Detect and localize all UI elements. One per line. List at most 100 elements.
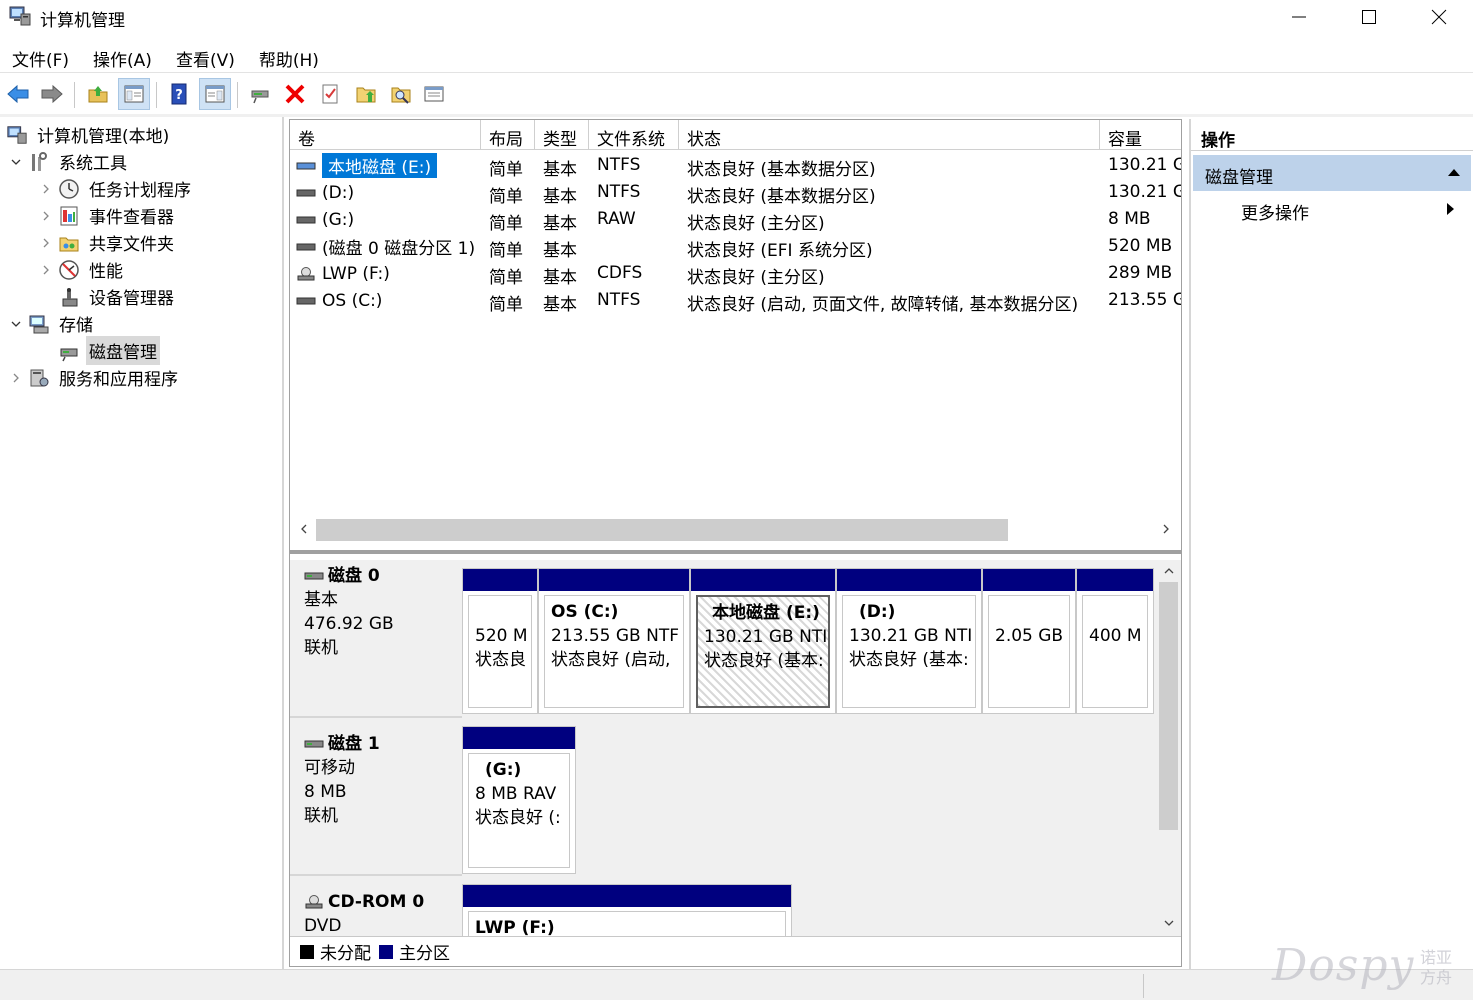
open-folder-button[interactable] bbox=[350, 78, 382, 110]
volume-row[interactable]: 本地磁盘 (E:) 简单 基本 NTFS 状态良好 (基本数据分区) 130.21 G bbox=[290, 152, 1181, 179]
disk-0-info[interactable]: 磁盘 0 基本 476.92 GB 联机 bbox=[290, 560, 462, 718]
column-header-layout[interactable]: 布局 bbox=[481, 120, 535, 150]
volume-cell-status: 状态良好 (主分区) bbox=[687, 268, 825, 287]
tree-item-label: 计算机管理(本地) bbox=[37, 127, 170, 147]
chevron-right-icon[interactable] bbox=[38, 235, 54, 251]
show-hide-action-pane-button[interactable] bbox=[199, 78, 231, 110]
delete-button[interactable] bbox=[279, 78, 311, 110]
volume-row[interactable]: (磁盘 0 磁盘分区 1) 简单 基本 状态良好 (EFI 系统分区) 520 MB bbox=[290, 233, 1181, 260]
actions-section-disk-management[interactable]: 磁盘管理 bbox=[1193, 155, 1471, 191]
tree-item-label: 任务计划程序 bbox=[89, 181, 191, 201]
volume-row[interactable]: OS (C:) 简单 基本 NTFS 状态良好 (启动, 页面文件, 故障转储, 基本数… bbox=[290, 287, 1181, 314]
volume-cell-capacity: 520 MB bbox=[1108, 236, 1173, 256]
status-bar bbox=[0, 969, 1473, 1000]
properties-icon bbox=[322, 84, 338, 104]
column-header-capacity[interactable]: 容量 bbox=[1100, 120, 1181, 150]
scroll-right-icon[interactable] bbox=[1156, 519, 1176, 539]
storage-icon bbox=[29, 315, 49, 333]
partition-local-e[interactable]: 本地磁盘 (E:) 130.21 GB NTI 状态良好 (基本: bbox=[691, 569, 837, 713]
tree-item-disk-management[interactable]: 磁盘管理 bbox=[58, 336, 160, 365]
column-header-status[interactable]: 状态 bbox=[679, 120, 1100, 150]
tree-item-storage[interactable]: 存储 bbox=[8, 310, 96, 337]
partition-os-c[interactable]: OS (C:) 213.55 GB NTF 状态良好 (启动, bbox=[539, 569, 691, 713]
partition-recovery-1[interactable]: 2.05 GB bbox=[983, 569, 1077, 713]
shared-folder-icon bbox=[59, 237, 79, 251]
partition-lwp-f[interactable]: LWP (F:) bbox=[463, 885, 791, 936]
up-folder-button[interactable] bbox=[82, 78, 114, 110]
pane-splitter[interactable] bbox=[290, 550, 1181, 554]
chevron-right-icon[interactable] bbox=[38, 262, 54, 278]
tree-item-label: 系统工具 bbox=[59, 154, 127, 174]
tree-item-device-manager[interactable]: 设备管理器 bbox=[58, 283, 177, 310]
horizontal-scrollbar[interactable] bbox=[290, 515, 1181, 543]
device-manager-icon bbox=[62, 287, 78, 306]
chevron-right-icon[interactable] bbox=[38, 208, 54, 224]
tree-item-services-apps[interactable]: 服务和应用程序 bbox=[8, 364, 181, 391]
partition-body: 400 M bbox=[1082, 595, 1148, 708]
tree-item-label: 事件查看器 bbox=[89, 208, 174, 228]
column-header-filesystem[interactable]: 文件系统 bbox=[589, 120, 679, 150]
more-button[interactable] bbox=[418, 78, 450, 110]
cdrom-0-info[interactable]: CD-ROM 0 DVD bbox=[290, 876, 462, 936]
menu-help[interactable]: 帮助(H) bbox=[247, 40, 331, 72]
column-header-volume[interactable]: 卷 bbox=[290, 120, 481, 150]
tree-item-event-viewer[interactable]: 事件查看器 bbox=[38, 202, 177, 229]
maximize-icon bbox=[1362, 10, 1376, 24]
collapse-arrow-icon[interactable] bbox=[1447, 167, 1461, 177]
close-button[interactable] bbox=[1404, 0, 1473, 34]
connect-drive-button[interactable] bbox=[244, 78, 276, 110]
tree-item-root[interactable]: 计算机管理(本地) bbox=[6, 121, 172, 148]
hard-disk-icon bbox=[304, 572, 324, 580]
menu-bar: 文件(F) 操作(A) 查看(V) 帮助(H) bbox=[0, 40, 331, 72]
menu-action[interactable]: 操作(A) bbox=[81, 40, 164, 72]
clock-icon bbox=[59, 178, 79, 199]
partition-efi[interactable]: 520 M 状态良 bbox=[463, 569, 539, 713]
column-header-type[interactable]: 类型 bbox=[535, 120, 589, 150]
forward-button[interactable] bbox=[36, 78, 68, 110]
maximize-button[interactable] bbox=[1334, 0, 1404, 34]
volume-row[interactable]: (G:) 简单 基本 RAW 状态良好 (主分区) 8 MB bbox=[290, 206, 1181, 233]
disk-0-name: 磁盘 0 bbox=[304, 564, 462, 588]
properties-button[interactable] bbox=[314, 78, 346, 110]
partition-g[interactable]: (G:) 8 MB RAV 状态良好 (: bbox=[463, 727, 575, 873]
chevron-right-icon[interactable] bbox=[38, 181, 54, 197]
find-button[interactable] bbox=[385, 78, 417, 110]
title-bar: 计算机管理 bbox=[0, 0, 1473, 34]
toolbar-separator bbox=[156, 82, 157, 108]
volume-cell-capacity: 289 MB bbox=[1108, 263, 1173, 283]
menu-file[interactable]: 文件(F) bbox=[0, 40, 81, 72]
chevron-down-icon[interactable] bbox=[8, 154, 24, 170]
volume-cell-capacity: 130.21 G bbox=[1108, 155, 1181, 175]
connect-drive-icon bbox=[251, 90, 269, 104]
tree-item-performance[interactable]: 性能 bbox=[38, 256, 126, 283]
back-button[interactable] bbox=[2, 78, 34, 110]
tree-item-shared-folders[interactable]: 共享文件夹 bbox=[38, 229, 177, 256]
scroll-left-icon[interactable] bbox=[294, 519, 314, 539]
chevron-down-icon[interactable] bbox=[8, 316, 24, 332]
help-button[interactable]: ? bbox=[163, 78, 195, 110]
tree-item-system-tools[interactable]: 系统工具 bbox=[8, 148, 130, 175]
volume-icon bbox=[296, 189, 316, 196]
tree-item-task-scheduler[interactable]: 任务计划程序 bbox=[38, 175, 194, 202]
disk-1-size: 8 MB bbox=[304, 782, 347, 802]
vertical-scroll-thumb[interactable] bbox=[1159, 582, 1178, 830]
partition-bar bbox=[1077, 569, 1153, 591]
scroll-up-icon[interactable] bbox=[1159, 562, 1178, 580]
partition-recovery-2[interactable]: 400 M bbox=[1077, 569, 1153, 713]
minimize-button[interactable] bbox=[1264, 0, 1334, 34]
menu-view[interactable]: 查看(V) bbox=[164, 40, 247, 72]
volume-cell-status: 状态良好 (主分区) bbox=[687, 214, 825, 233]
volume-row[interactable]: LWP (F:) 简单 基本 CDFS 状态良好 (主分区) 289 MB bbox=[290, 260, 1181, 287]
partition-d[interactable]: (D:) 130.21 GB NTI 状态良好 (基本: bbox=[837, 569, 983, 713]
vertical-scrollbar[interactable] bbox=[1156, 560, 1181, 936]
back-icon bbox=[7, 84, 29, 104]
show-hide-tree-button[interactable] bbox=[118, 78, 150, 110]
volume-row[interactable]: (D:) 简单 基本 NTFS 状态良好 (基本数据分区) 130.21 G bbox=[290, 179, 1181, 206]
disk-1-info[interactable]: 磁盘 1 可移动 8 MB 联机 bbox=[290, 718, 462, 876]
disk-1-state: 联机 bbox=[304, 806, 338, 826]
more-actions-item[interactable]: 更多操作 bbox=[1193, 193, 1471, 225]
volume-cell-fs bbox=[597, 233, 679, 260]
chevron-right-icon[interactable] bbox=[8, 370, 24, 386]
horizontal-scroll-thumb[interactable] bbox=[316, 519, 1008, 541]
scroll-down-icon[interactable] bbox=[1159, 914, 1178, 932]
